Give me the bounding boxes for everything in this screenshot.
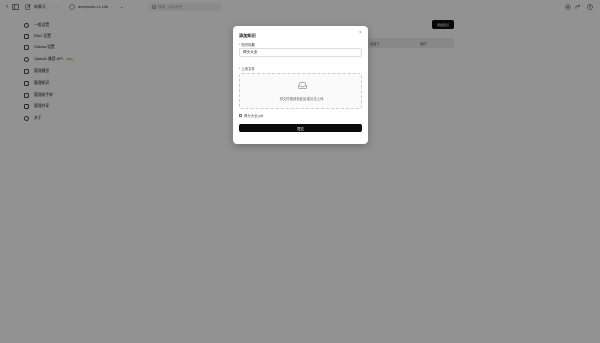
title-label-text: 知识标题 <box>241 43 255 47</box>
dialog-title: 添加知识 <box>239 33 256 38</box>
add-knowledge-dialog: 添加知识 × *知识标题 佩头大全 *上传文件 将文件拖放到此处或点击上传 佩头… <box>233 26 368 144</box>
upload-field-label: *上传文件 <box>239 66 255 71</box>
file-name: 佩头大全.pdf <box>244 114 264 118</box>
knowledge-title-input[interactable]: 佩头大全 <box>239 48 362 57</box>
submit-button[interactable]: 提交 <box>239 124 362 132</box>
close-icon[interactable]: × <box>359 31 362 36</box>
file-icon <box>239 113 242 118</box>
upload-label-text: 上传文件 <box>241 67 255 71</box>
title-field-label: *知识标题 <box>239 42 255 47</box>
file-dropzone[interactable]: 将文件拖放到此处或点击上传 <box>239 73 362 109</box>
dropzone-text: 将文件拖放到此处或点击上传 <box>279 97 324 101</box>
uploaded-file[interactable]: 佩头大全.pdf <box>239 113 263 118</box>
inbox-icon <box>298 82 307 89</box>
